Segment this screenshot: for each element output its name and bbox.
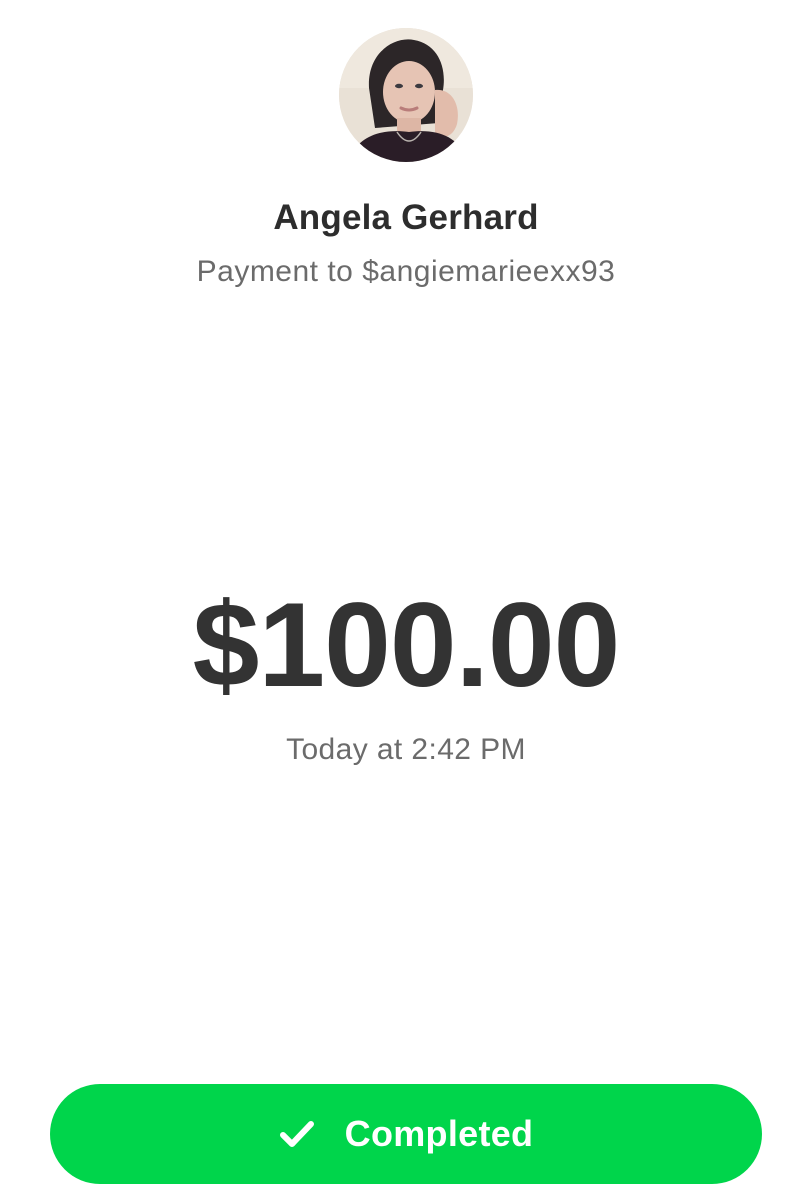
payment-amount: $100.00: [192, 578, 621, 712]
check-icon: [279, 1119, 315, 1149]
status-label: Completed: [344, 1113, 534, 1154]
avatar-photo: [339, 28, 473, 162]
recipient-name: Angela Gerhard: [273, 198, 539, 237]
payment-subtitle: Payment to $angiemarieexx93: [196, 255, 616, 288]
payment-receipt-screen: Angela Gerhard Payment to $angiemarieexx…: [0, 0, 812, 1200]
payment-timestamp: Today at 2:42 PM: [286, 733, 526, 766]
avatar: [339, 28, 473, 162]
completed-status-button[interactable]: Completed: [50, 1084, 762, 1184]
